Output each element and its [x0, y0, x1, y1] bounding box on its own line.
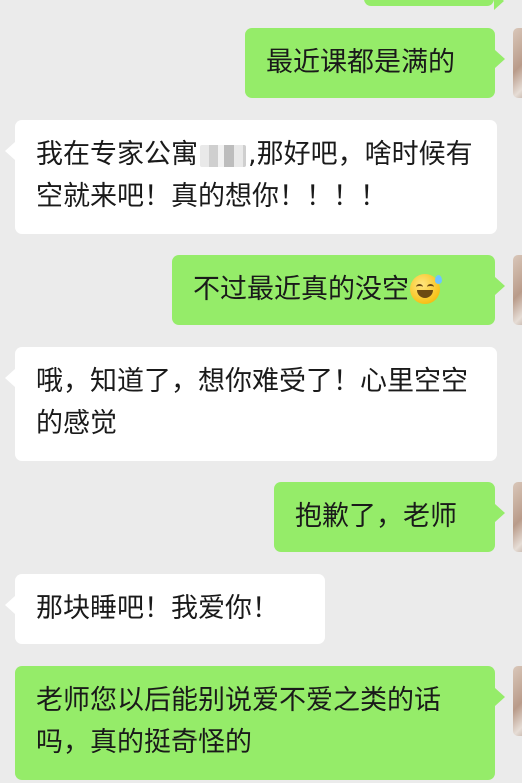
sweat-smile-emoji-icon: [410, 273, 442, 304]
avatar[interactable]: [513, 255, 522, 325]
message-bubble-received[interactable]: 我在专家公寓 ,那好吧，啥时候有空就来吧！真的想你！！！！: [5, 120, 497, 234]
message-text: 不过最近真的没空: [193, 274, 409, 305]
chat-screen: { "messages": [ {"id": "m0", "side": "se…: [0, 0, 522, 783]
message-bubble-received[interactable]: 哦，知道了，想你难受了！心里空空的感觉: [5, 347, 497, 461]
message-text: 老师您以后能别说爱不爱之类的话吗，真的挺奇怪的: [36, 685, 441, 758]
message-text: 抱歉了，老师: [295, 501, 457, 532]
message-bubble-received[interactable]: 那块睡吧！我爱你！: [5, 574, 325, 644]
redaction-blur: [200, 144, 246, 167]
message-text: 我在专家公寓: [36, 139, 198, 170]
message-bubble-sent-partial[interactable]: [364, 0, 504, 10]
message-bubble-sent[interactable]: 不过最近真的没空: [172, 255, 505, 325]
message-bubble-sent[interactable]: 老师您以后能别说爱不爱之类的话吗，真的挺奇怪的: [15, 666, 505, 780]
message-text: 哦，知道了，想你难受了！心里空空的感觉: [36, 366, 468, 439]
message-bubble-sent[interactable]: 抱歉了，老师: [274, 482, 505, 552]
avatar[interactable]: [513, 482, 522, 552]
message-text: 那块睡吧！我爱你！: [36, 593, 279, 624]
avatar[interactable]: [513, 28, 522, 98]
avatar[interactable]: [513, 666, 522, 736]
message-bubble-sent[interactable]: 最近课都是满的: [245, 28, 505, 98]
message-text: 最近课都是满的: [266, 47, 455, 78]
